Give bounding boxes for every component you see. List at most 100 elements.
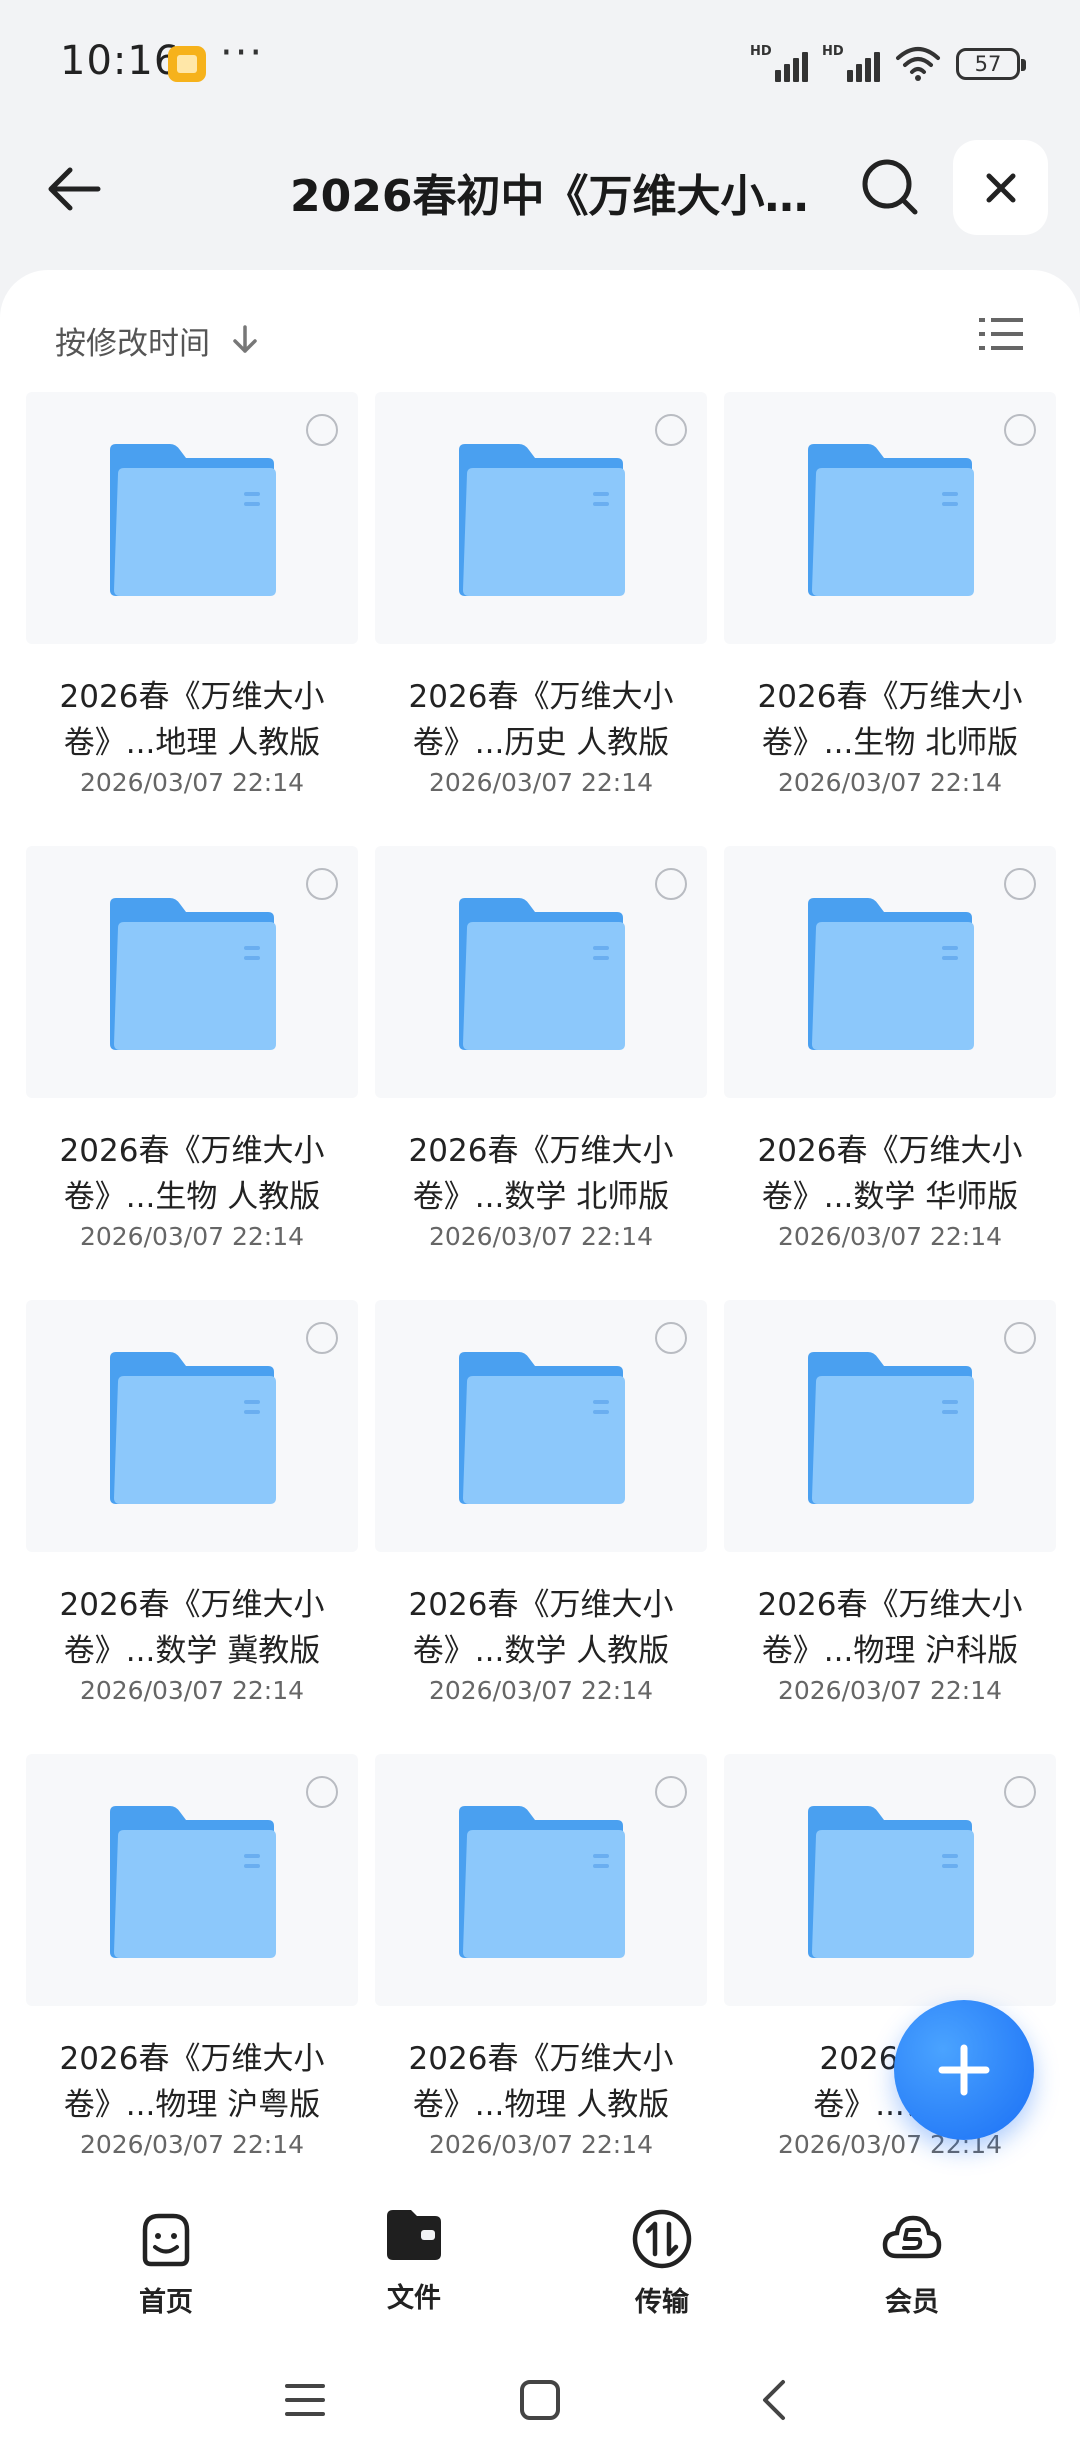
search-button[interactable] <box>855 152 925 222</box>
battery-icon: 57 <box>956 48 1026 80</box>
file-card[interactable]: 2026春《万维大小 卷》...数学 北师版 2026/03/07 22:14 <box>375 846 707 1300</box>
file-name-line-1: 2026春《万维大小 <box>757 1587 1023 1623</box>
home-smile-icon <box>142 2213 190 2267</box>
select-checkbox[interactable] <box>1004 1322 1036 1354</box>
nav-vip[interactable]: 会员 <box>832 2206 992 2326</box>
folder-thumbnail <box>26 1300 358 1552</box>
file-date: 2026/03/07 22:14 <box>428 1676 654 1705</box>
file-name-line-1: 2026春《万维大小 <box>59 679 325 715</box>
file-card[interactable]: 2026春《万维大小 卷》...历史 人教版 2026/03/07 22:14 <box>375 392 707 846</box>
add-button[interactable] <box>894 2000 1034 2140</box>
arrow-down-icon <box>233 325 257 353</box>
folder-icon <box>110 444 276 596</box>
folder-thumbnail <box>724 1754 1056 2006</box>
folder-thumbnail <box>375 846 707 1098</box>
close-icon <box>986 173 1015 202</box>
file-name-line-1: 2026春《万维大小 <box>59 2041 325 2077</box>
file-name-line-2: 卷》...地理 人教版 <box>63 725 321 761</box>
folder-icon <box>387 2210 441 2260</box>
notification-app-icon <box>168 46 206 82</box>
file-card[interactable]: 2026春《 卷》...语文 2026/03/07 22:14 <box>724 1754 1056 2208</box>
select-checkbox[interactable] <box>306 414 338 446</box>
nav-home-label: 首页 <box>139 2287 193 2318</box>
select-checkbox[interactable] <box>306 868 338 900</box>
back-triangle-icon[interactable] <box>745 2370 805 2430</box>
file-name-line-1: 2026春《万维大小 <box>757 1133 1023 1169</box>
file-name: 2026春《万维大小 卷》...物理 人教版 <box>375 2036 707 2128</box>
select-checkbox[interactable] <box>655 1776 687 1808</box>
select-checkbox[interactable] <box>306 1776 338 1808</box>
file-date: 2026/03/07 22:14 <box>79 1222 305 1251</box>
file-name-line-2: 卷》...数学 华师版 <box>761 1179 1019 1215</box>
file-name: 2026春《万维大小 卷》...地理 人教版 <box>26 674 358 766</box>
file-card[interactable]: 2026春《万维大小 卷》...生物 北师版 2026/03/07 22:14 <box>724 392 1056 846</box>
file-name: 2026春《万维大小 卷》...物理 沪粤版 <box>26 2036 358 2128</box>
select-checkbox[interactable] <box>655 868 687 900</box>
select-checkbox[interactable] <box>655 414 687 446</box>
file-grid: 2026春《万维大小 卷》...地理 人教版 2026/03/07 22:14 … <box>26 392 1056 2208</box>
file-name: 2026春《万维大小 卷》...生物 人教版 <box>26 1128 358 1220</box>
select-checkbox[interactable] <box>1004 414 1036 446</box>
folder-icon <box>808 1352 974 1504</box>
folder-thumbnail <box>375 1300 707 1552</box>
file-name-line-2: 卷》...物理 人教版 <box>412 2087 670 2123</box>
folder-thumbnail <box>375 392 707 644</box>
folder-thumbnail <box>26 392 358 644</box>
folder-icon <box>808 444 974 596</box>
file-name: 2026春《万维大小 卷》...历史 人教版 <box>375 674 707 766</box>
folder-icon <box>808 898 974 1050</box>
folder-thumbnail <box>724 846 1056 1098</box>
select-checkbox[interactable] <box>306 1322 338 1354</box>
folder-icon <box>110 1352 276 1504</box>
folder-thumbnail <box>26 846 358 1098</box>
select-checkbox[interactable] <box>1004 868 1036 900</box>
folder-icon <box>459 898 625 1050</box>
signal-icon: HD <box>750 44 808 82</box>
folder-icon <box>459 1806 625 1958</box>
file-date: 2026/03/07 22:14 <box>428 768 654 797</box>
folder-thumbnail <box>375 1754 707 2006</box>
header: 2026春初中《万维大小… <box>0 130 1080 260</box>
nav-home[interactable]: 首页 <box>86 2206 246 2326</box>
file-name-line-1: 2026春《万维大小 <box>408 2041 674 2077</box>
home-square-icon[interactable] <box>510 2370 570 2430</box>
file-name: 2026春《万维大小 卷》...数学 北师版 <box>375 1128 707 1220</box>
file-name-line-1: 2026春《万维大小 <box>408 1133 674 1169</box>
back-button[interactable] <box>40 154 110 224</box>
plus-icon <box>938 2044 990 2096</box>
file-date: 2026/03/07 22:14 <box>777 2130 1003 2159</box>
folder-icon <box>110 1806 276 1958</box>
file-card[interactable]: 2026春《万维大小 卷》...物理 人教版 2026/03/07 22:14 <box>375 1754 707 2208</box>
sort-selector[interactable]: 按修改时间 <box>55 315 260 365</box>
menu-icon[interactable] <box>275 2370 335 2430</box>
file-name: 2026春《万维大小 卷》...数学 人教版 <box>375 1582 707 1674</box>
select-checkbox[interactable] <box>655 1322 687 1354</box>
file-card[interactable]: 2026春《万维大小 卷》...数学 人教版 2026/03/07 22:14 <box>375 1300 707 1754</box>
file-name-line-2: 卷》...物理 沪粤版 <box>63 2087 321 2123</box>
file-card[interactable]: 2026春《万维大小 卷》...地理 人教版 2026/03/07 22:14 <box>26 392 358 846</box>
file-name-line-1: 2026春《万维大小 <box>59 1587 325 1623</box>
select-checkbox[interactable] <box>1004 1776 1036 1808</box>
nav-vip-label: 会员 <box>885 2287 939 2318</box>
file-card[interactable]: 2026春《万维大小 卷》...物理 沪科版 2026/03/07 22:14 <box>724 1300 1056 1754</box>
file-card[interactable]: 2026春《万维大小 卷》...数学 冀教版 2026/03/07 22:14 <box>26 1300 358 1754</box>
bottom-navigation: 首页 文件 传输 会员 <box>0 2190 1080 2330</box>
file-card[interactable]: 2026春《万维大小 卷》...物理 沪粤版 2026/03/07 22:14 <box>26 1754 358 2208</box>
close-button[interactable] <box>953 140 1048 235</box>
file-date: 2026/03/07 22:14 <box>79 2130 305 2159</box>
file-date: 2026/03/07 22:14 <box>79 1676 305 1705</box>
nav-files[interactable]: 文件 <box>334 2202 494 2322</box>
file-date: 2026/03/07 22:14 <box>777 768 1003 797</box>
file-card[interactable]: 2026春《万维大小 卷》...生物 人教版 2026/03/07 22:14 <box>26 846 358 1300</box>
folder-icon <box>459 444 625 596</box>
folder-thumbnail <box>26 1754 358 2006</box>
folder-icon <box>808 1806 974 1958</box>
file-name-line-1: 2026春《万维大小 <box>408 1587 674 1623</box>
file-name-line-2: 卷》...数学 北师版 <box>412 1179 670 1215</box>
file-name: 2026春《万维大小 卷》...生物 北师版 <box>724 674 1056 766</box>
file-name-line-2: 卷》...生物 北师版 <box>761 725 1019 761</box>
nav-transfer[interactable]: 传输 <box>582 2206 742 2326</box>
list-view-icon[interactable] <box>977 312 1025 356</box>
file-card[interactable]: 2026春《万维大小 卷》...数学 华师版 2026/03/07 22:14 <box>724 846 1056 1300</box>
file-name-line-2: 卷》...生物 人教版 <box>63 1179 321 1215</box>
